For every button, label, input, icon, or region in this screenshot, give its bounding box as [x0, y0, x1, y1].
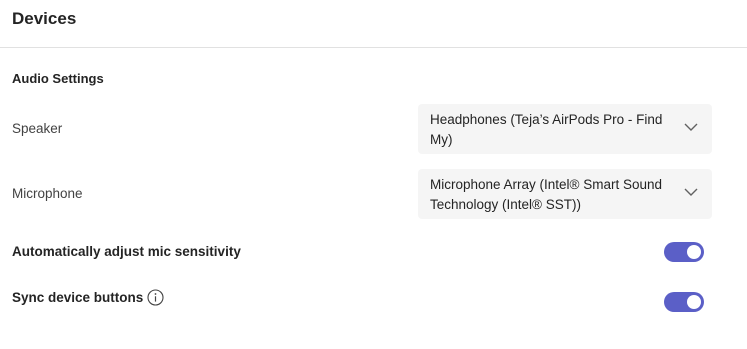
chevron-down-icon [684, 188, 698, 196]
audio-settings-heading: Audio Settings [12, 71, 104, 86]
auto-adjust-mic-label: Automatically adjust mic sensitivity [12, 244, 241, 259]
microphone-selected-value: Microphone Array (Intel® Smart Sound Tec… [430, 177, 663, 212]
toggle-knob [687, 245, 701, 259]
speaker-selected-value: Headphones (Teja’s AirPods Pro - Find My… [430, 112, 663, 147]
chevron-down-icon [684, 123, 698, 131]
toggle-knob [687, 295, 701, 309]
page-header: Devices [0, 0, 747, 48]
microphone-label: Microphone [12, 186, 83, 201]
page-title: Devices [12, 9, 77, 28]
auto-adjust-mic-toggle[interactable] [664, 242, 704, 262]
sync-device-buttons-toggle[interactable] [664, 292, 704, 312]
speaker-dropdown[interactable]: Headphones (Teja’s AirPods Pro - Find My… [418, 104, 712, 154]
speaker-label: Speaker [12, 121, 63, 136]
info-icon[interactable] [147, 289, 164, 306]
devices-settings-page: Devices Audio Settings Speaker Headphone… [0, 0, 747, 349]
sync-device-buttons-label: Sync device buttons [12, 290, 144, 305]
microphone-dropdown[interactable]: Microphone Array (Intel® Smart Sound Tec… [418, 169, 712, 219]
